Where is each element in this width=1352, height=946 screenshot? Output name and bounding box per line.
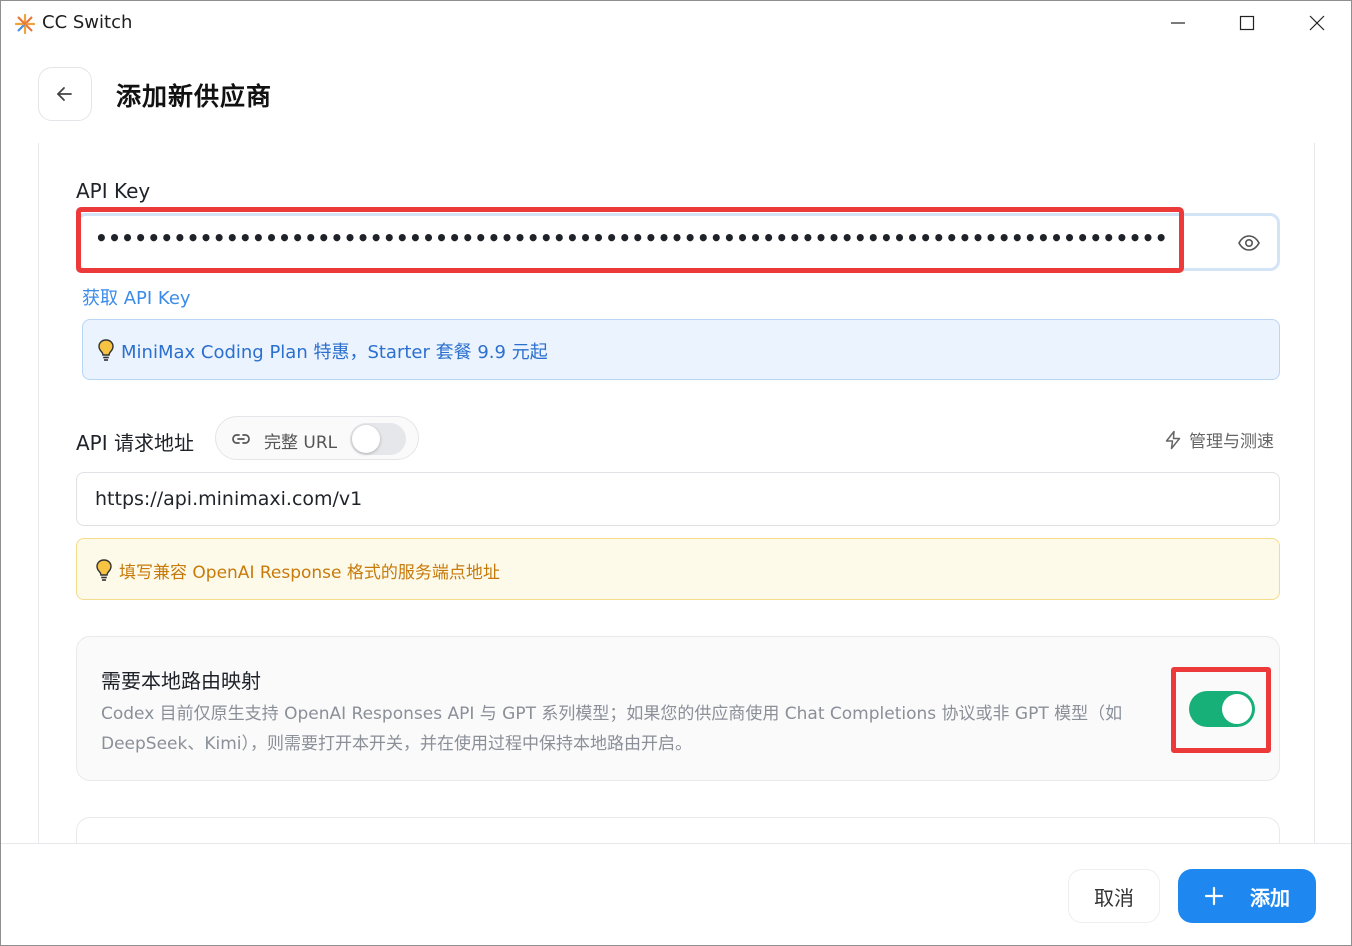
lightbulb-icon <box>96 559 112 581</box>
full-url-toggle[interactable]: 完整 URL <box>215 416 419 460</box>
maximize-icon <box>1239 15 1255 31</box>
api-key-input[interactable]: ••••••••••••••••••••••••••••••••••••••••… <box>76 213 1280 271</box>
endpoint-tip-text: 填写兼容 OpenAI Response 格式的服务端点地址 <box>119 563 500 583</box>
cancel-button[interactable]: 取消 <box>1068 869 1160 923</box>
endpoint-url-value: https://api.minimaxi.com/v1 <box>95 488 363 510</box>
promo-tip-text: MiniMax Coding Plan 特惠，Starter 套餐 9.9 元起 <box>121 342 548 363</box>
switch-knob <box>352 425 380 453</box>
manage-speedtest-label: 管理与测速 <box>1189 432 1274 452</box>
local-routing-description: Codex 目前仅原生支持 OpenAI Responses API 与 GPT… <box>101 704 1123 754</box>
plus-icon <box>1204 886 1224 906</box>
page-title: 添加新供应商 <box>116 82 273 111</box>
add-button-label: 添加 <box>1250 885 1290 910</box>
lightning-icon <box>1165 430 1181 449</box>
footer-bar: 取消 添加 <box>1 843 1351 945</box>
full-url-label: 完整 URL <box>264 433 338 453</box>
lightbulb-icon <box>98 339 114 361</box>
next-section-card <box>76 817 1280 843</box>
arrow-left-icon <box>57 87 72 101</box>
minimize-icon <box>1171 22 1185 24</box>
local-routing-card: 需要本地路由映射 Codex 目前仅原生支持 OpenAI Responses … <box>76 636 1280 781</box>
full-url-switch[interactable] <box>350 423 406 455</box>
local-routing-switch[interactable] <box>1189 691 1255 727</box>
close-button[interactable] <box>1282 1 1351 45</box>
endpoint-url-input[interactable]: https://api.minimaxi.com/v1 <box>76 472 1280 526</box>
back-button[interactable] <box>38 67 92 121</box>
manage-speedtest-link[interactable]: 管理与测速 <box>1163 427 1274 452</box>
switch-knob <box>1222 694 1252 724</box>
add-button[interactable]: 添加 <box>1178 869 1316 923</box>
endpoint-tip: 填写兼容 OpenAI Response 格式的服务端点地址 <box>76 538 1280 600</box>
title-bar: CC Switch <box>1 1 1351 45</box>
app-window: CC Switch 添加新供应商 API Key •••••••••••••••… <box>0 0 1352 946</box>
local-routing-title: 需要本地路由映射 <box>101 669 261 693</box>
eye-icon[interactable] <box>1237 231 1261 255</box>
api-key-label: API Key <box>76 179 151 203</box>
close-icon <box>1309 15 1325 31</box>
provider-form: API Key ••••••••••••••••••••••••••••••••… <box>38 143 1315 843</box>
app-title: CC Switch <box>42 12 133 33</box>
sunburst-logo-icon <box>15 14 35 34</box>
link-icon <box>232 434 250 444</box>
api-key-value: ••••••••••••••••••••••••••••••••••••••••… <box>95 226 1165 250</box>
endpoint-label: API 请求地址 <box>76 431 194 455</box>
promo-tip: MiniMax Coding Plan 特惠，Starter 套餐 9.9 元起 <box>82 319 1280 380</box>
maximize-button[interactable] <box>1212 1 1282 45</box>
get-api-key-link[interactable]: 获取 API Key <box>82 284 191 310</box>
minimize-button[interactable] <box>1143 1 1213 45</box>
